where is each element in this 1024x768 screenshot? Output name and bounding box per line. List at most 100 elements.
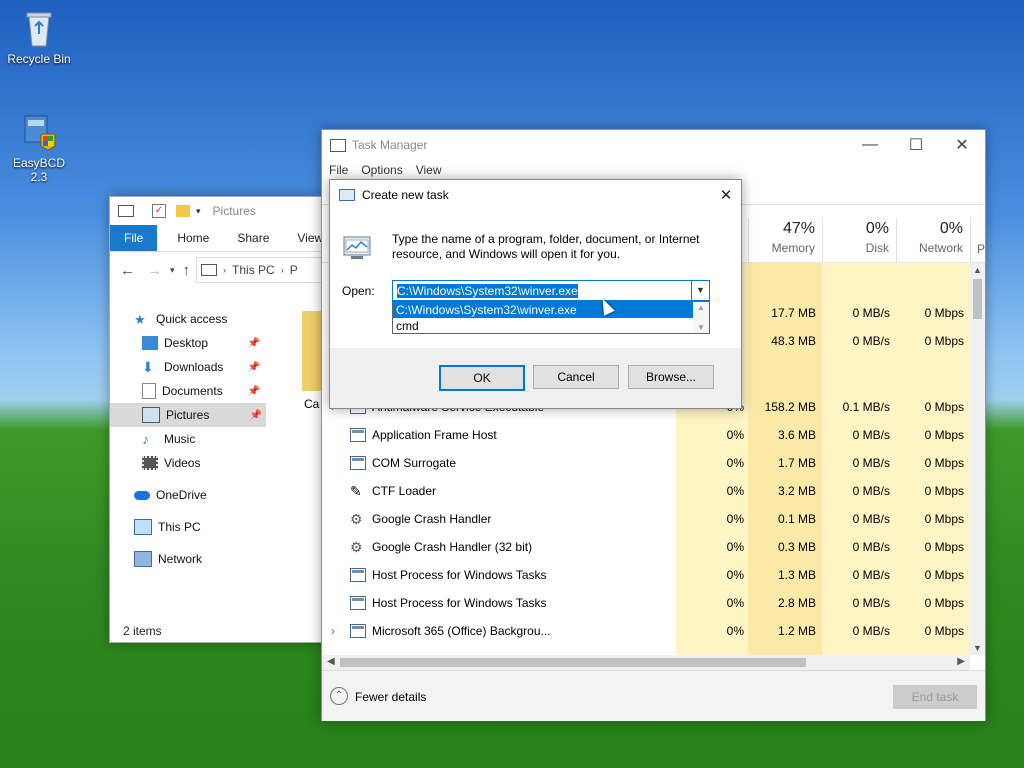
nav-documents[interactable]: Documents 📌 <box>110 379 270 403</box>
status-bar-item-count: 2 items <box>123 624 162 638</box>
vertical-scroll-thumb[interactable] <box>973 279 982 319</box>
scroll-up-arrow-icon[interactable]: ▲ <box>697 303 705 312</box>
this-pc-address-icon <box>201 264 218 276</box>
address-bar[interactable]: › This PC › P <box>196 257 326 283</box>
star-icon: ★ <box>134 312 146 327</box>
breadcrumb-this-pc[interactable]: This PC <box>232 263 275 277</box>
ok-button[interactable]: OK <box>439 365 525 391</box>
disk-cell: 0 MB/s <box>852 596 890 610</box>
nav-label: This PC <box>158 520 201 534</box>
scroll-right-arrow-icon[interactable]: ▶ <box>957 656 965 667</box>
up-arrow-icon[interactable]: ↑ <box>183 262 191 279</box>
horizontal-scroll-thumb[interactable] <box>340 658 806 667</box>
network-cell: 0 Mbps <box>924 568 964 582</box>
desktop-icon-easybcd[interactable]: EasyBCD 2.3 <box>4 112 74 184</box>
table-row[interactable]: ⚙ Google Crash Handler (32 bit) 0% 0.3 M… <box>322 533 986 561</box>
scroll-down-arrow-icon[interactable]: ▼ <box>697 323 705 332</box>
pin-icon[interactable]: 📌 <box>248 362 260 373</box>
explorer-titlebar[interactable]: ✓ ▾ Pictures <box>110 197 326 225</box>
cancel-button[interactable]: Cancel <box>533 365 619 389</box>
horizontal-scrollbar[interactable]: ◀ ▶ <box>322 655 970 670</box>
table-row[interactable]: Host Process for Windows Tasks 0% 1.3 MB… <box>322 561 986 589</box>
pictures-icon <box>142 407 160 423</box>
recent-locations-chevron-icon[interactable]: ▾ <box>170 265 175 276</box>
nav-label: Downloads <box>164 360 224 374</box>
ribbon-tab-share[interactable]: Share <box>223 225 283 251</box>
disk-cell: 0 MB/s <box>852 540 890 554</box>
desktop-icon-recycle-bin[interactable]: Recycle Bin <box>4 8 74 66</box>
open-dropdown-list: C:\Windows\System32\winver.exe cmd ▲ ▼ <box>392 301 710 334</box>
breadcrumb-pictures[interactable]: P <box>290 263 298 277</box>
table-row[interactable]: ✎ CTF Loader 0% 3.2 MB 0 MB/s 0 Mbps <box>322 477 986 505</box>
ctf-loader-icon: ✎ <box>350 482 362 499</box>
table-row[interactable]: COM Surrogate 0% 1.7 MB 0 MB/s 0 Mbps <box>322 449 986 477</box>
open-combobox[interactable]: C:\Windows\System32\winver.exe ▼ <box>392 280 710 301</box>
gear-icon: ⚙ <box>350 538 363 555</box>
dropdown-scrollbar[interactable]: ▲ ▼ <box>693 302 709 333</box>
browse-button[interactable]: Browse... <box>628 365 714 389</box>
cpu-cell: 0% <box>726 512 744 526</box>
chevron-up-circle-icon[interactable]: ⌃ <box>330 687 348 705</box>
nav-music[interactable]: ♪ Music <box>110 427 270 451</box>
pin-icon[interactable]: 📌 <box>248 386 260 397</box>
fewer-details-link[interactable]: Fewer details <box>355 690 426 704</box>
network-cell: 0 Mbps <box>924 306 964 320</box>
desktop-icon-label: Recycle Bin <box>7 52 71 66</box>
properties-quick-icon[interactable]: ✓ <box>152 204 166 218</box>
table-row[interactable]: ⚙ Google Crash Handler 0% 0.1 MB 0 MB/s … <box>322 505 986 533</box>
nav-onedrive[interactable]: OneDrive <box>110 483 270 507</box>
chevron-down-icon[interactable]: ▾ <box>196 206 201 217</box>
process-name: Host Process for Windows Tasks <box>372 596 547 610</box>
cpu-cell: 0% <box>726 456 744 470</box>
dialog-close-button[interactable]: ✕ <box>711 186 741 204</box>
combobox-chevron-down-icon[interactable]: ▼ <box>691 281 709 300</box>
navigation-pane: ★ Quick access Desktop 📌 ⬇ Downloads 📌 D… <box>110 307 270 571</box>
disk-cell: 0.1 MB/s <box>842 400 890 414</box>
vertical-scrollbar[interactable]: ▲ ▼ <box>970 263 985 655</box>
nav-label: Quick access <box>156 312 228 326</box>
pin-icon[interactable]: 📌 <box>248 338 260 349</box>
scroll-left-arrow-icon[interactable]: ◀ <box>327 656 335 667</box>
disk-cell: 0 MB/s <box>852 334 890 348</box>
ribbon-tabs: File Home Share View <box>110 225 326 252</box>
disk-cell: 0 MB/s <box>852 306 890 320</box>
computer-icon <box>134 519 152 535</box>
explorer-window-icon <box>118 205 134 217</box>
table-row[interactable]: › Microsoft 365 (Office) Backgrou... 0% … <box>322 617 986 645</box>
explorer-title: Pictures <box>212 204 256 218</box>
expand-chevron-icon[interactable]: › <box>331 624 335 638</box>
ribbon-tab-file[interactable]: File <box>110 225 158 251</box>
gear-icon: ⚙ <box>350 510 363 527</box>
run-program-icon <box>343 234 373 260</box>
nav-pictures[interactable]: Pictures 📌 <box>110 403 266 427</box>
nav-videos[interactable]: Videos <box>110 451 270 475</box>
nav-downloads[interactable]: ⬇ Downloads 📌 <box>110 355 270 379</box>
dialog-titlebar[interactable]: Create new task ✕ <box>330 180 741 210</box>
new-folder-quick-icon[interactable] <box>176 205 190 217</box>
dropdown-option-winver[interactable]: C:\Windows\System32\winver.exe <box>393 302 693 318</box>
process-name: COM Surrogate <box>372 456 457 470</box>
memory-cell: 3.2 MB <box>777 484 816 498</box>
nav-quick-access[interactable]: ★ Quick access <box>110 307 270 331</box>
back-arrow-icon[interactable]: ← <box>120 262 135 279</box>
forward-arrow-icon[interactable]: → <box>147 262 162 279</box>
breadcrumb-separator-icon: › <box>223 265 227 275</box>
nav-this-pc[interactable]: This PC <box>110 515 270 539</box>
dialog-window-icon <box>339 189 355 201</box>
dropdown-option-cmd[interactable]: cmd <box>393 318 693 334</box>
pin-icon[interactable]: 📌 <box>250 410 262 421</box>
film-icon <box>142 456 158 470</box>
scroll-down-arrow-icon[interactable]: ▼ <box>973 643 982 653</box>
nav-network[interactable]: Network <box>110 547 270 571</box>
nav-desktop[interactable]: Desktop 📌 <box>110 331 270 355</box>
process-name: Google Crash Handler <box>372 512 492 526</box>
table-row[interactable]: Application Frame Host 0% 3.6 MB 0 MB/s … <box>322 421 986 449</box>
ribbon-tab-home[interactable]: Home <box>163 225 223 251</box>
scroll-up-arrow-icon[interactable]: ▲ <box>973 265 982 275</box>
open-input-value[interactable]: C:\Windows\System32\winver.exe <box>397 284 578 298</box>
nav-label: Desktop <box>164 336 209 350</box>
end-task-button[interactable]: End task <box>893 685 977 709</box>
memory-cell: 0.3 MB <box>777 540 816 554</box>
folder-label: Ca <box>304 397 320 411</box>
table-row[interactable]: Host Process for Windows Tasks 0% 2.8 MB… <box>322 589 986 617</box>
